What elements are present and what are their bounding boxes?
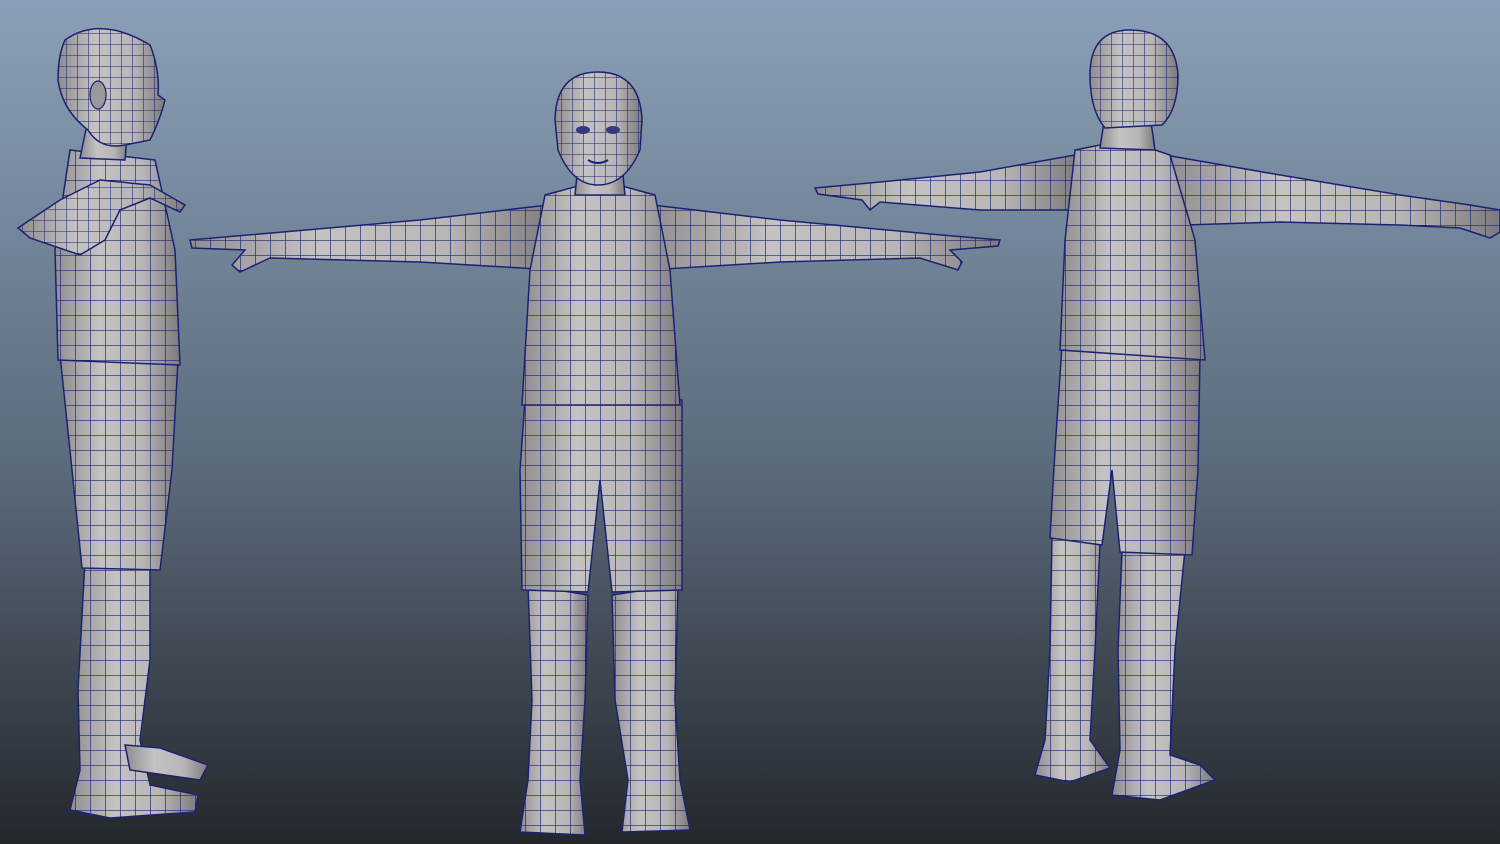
viewport-canvas: [0, 0, 1500, 844]
viewport-background: [0, 0, 1500, 844]
maya-viewport[interactable]: [0, 0, 1500, 844]
